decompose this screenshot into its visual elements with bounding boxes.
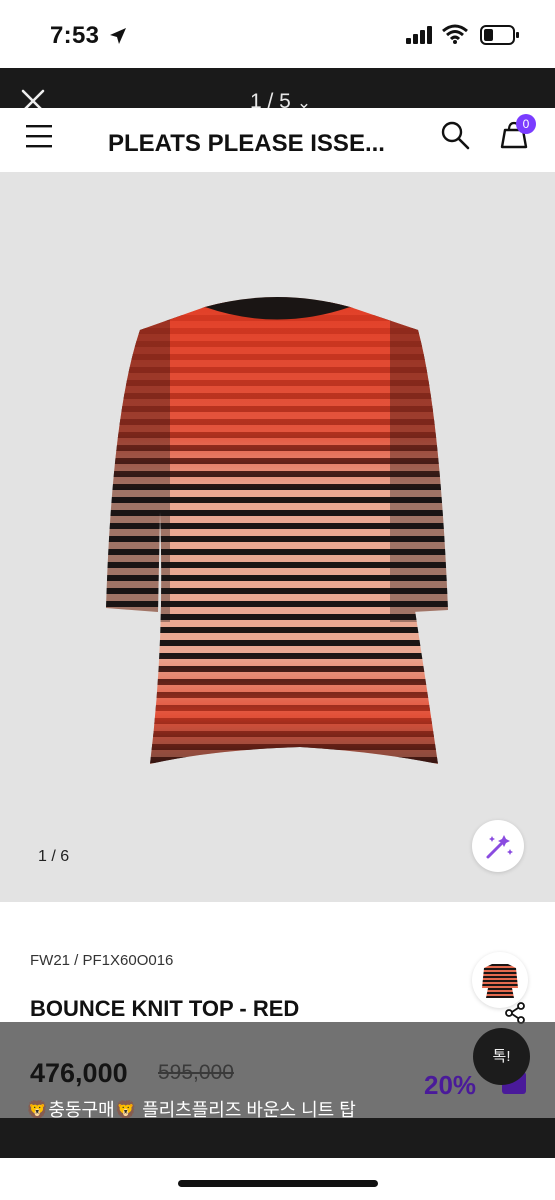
cellular-signal-icon (406, 26, 432, 44)
viewer-bottom-bar (0, 1118, 555, 1158)
home-area (0, 1158, 555, 1200)
chat-button[interactable]: 톡! (473, 1028, 530, 1085)
search-icon[interactable] (440, 120, 470, 150)
magic-wand-icon (486, 835, 513, 859)
product-image (106, 297, 448, 764)
home-indicator[interactable] (178, 1180, 378, 1187)
sale-price: 476,000 (30, 1058, 128, 1088)
original-price: 595,000 (158, 1061, 234, 1084)
battery-icon (480, 25, 519, 45)
discount-rate: 20% (424, 1070, 477, 1100)
status-time: 7:53 (50, 22, 100, 49)
hamburger-menu-icon[interactable] (26, 123, 54, 149)
magic-wand-button[interactable] (472, 820, 524, 872)
product-gallery[interactable]: 1 / 6 (0, 172, 555, 902)
page-title: PLEATS PLEASE ISSE... (108, 130, 385, 157)
share-icon[interactable] (504, 1002, 526, 1024)
gallery-counter: 1 / 6 (38, 848, 70, 865)
product-thumbnail[interactable] (472, 952, 528, 1008)
product-code: FW21 / PF1X60O016 (30, 952, 174, 969)
product-name: BOUNCE KNIT TOP - RED (30, 996, 300, 1021)
wifi-icon (442, 24, 468, 44)
thumbnail-image (482, 964, 518, 998)
cart-count-badge: 0 (516, 114, 536, 134)
location-arrow-icon (110, 28, 126, 44)
